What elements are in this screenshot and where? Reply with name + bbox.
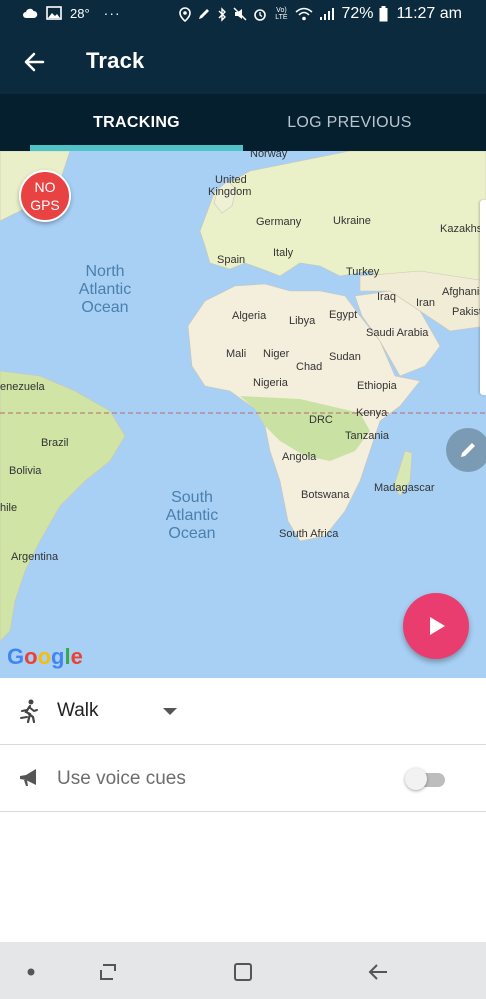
- tab-tracking[interactable]: TRACKING: [15, 94, 258, 151]
- map-label-ukraine: Ukraine: [333, 215, 371, 227]
- pencil-icon: [461, 443, 475, 457]
- map-label-kenya: Kenya: [356, 407, 388, 419]
- page-title: Track: [86, 48, 145, 73]
- map-label-iraq: Iraq: [377, 291, 396, 303]
- ocean-label-north-atlantic: North Atlantic Ocean: [72, 263, 138, 317]
- voice-cues-label: Use voice cues: [57, 768, 186, 789]
- more-notifications-icon: ···: [103, 5, 121, 21]
- map-label-chile: hile: [0, 502, 18, 514]
- map-label-sudan: Sudan: [329, 351, 361, 363]
- map-label-iran: Iran: [416, 297, 435, 309]
- world-map: [0, 151, 486, 642]
- edit-button[interactable]: [446, 428, 486, 472]
- map-label-south-africa: South Africa: [279, 528, 339, 540]
- map-label-niger: Niger: [263, 348, 290, 360]
- system-back-button[interactable]: [364, 958, 392, 986]
- map-label-ethiopia: Ethiopia: [357, 380, 397, 392]
- map-label-kazakhstan: Kazakhs: [440, 223, 483, 235]
- ocean-label-south-atlantic: South Atlantic Ocean: [159, 489, 225, 543]
- ocean-label-line: South: [171, 489, 213, 506]
- map-label-norway: Norway: [250, 151, 288, 160]
- map-label-tanzania: Tanzania: [345, 430, 390, 442]
- ocean-label-line: Ocean: [81, 299, 129, 316]
- activity-type-value: Walk: [57, 700, 99, 721]
- walking-person-icon: [20, 699, 38, 724]
- app-bar: Track: [0, 28, 486, 94]
- map-label-saudi-arabia: Saudi Arabia: [366, 327, 429, 339]
- map-label-angola: Angola: [282, 451, 317, 463]
- map-label-bolivia: Bolivia: [9, 465, 42, 477]
- cloud-icon: [23, 8, 38, 18]
- map-label-libya: Libya: [289, 315, 316, 327]
- ocean-label-line: Atlantic: [78, 281, 132, 298]
- system-nav-bar: [0, 942, 486, 999]
- map-label-spain: Spain: [217, 254, 246, 266]
- back-icon: [368, 964, 387, 980]
- back-button[interactable]: [14, 42, 54, 82]
- pen-icon: [199, 9, 210, 19]
- ocean-label-line: Ocean: [168, 525, 216, 542]
- map-label-nigeria: Nigeria: [253, 377, 288, 389]
- ocean-label-line: Atlantic: [165, 507, 219, 524]
- map-label-argentina: Argentina: [11, 551, 59, 563]
- map-label-united: United: [215, 174, 247, 186]
- map-label-botswana: Botswana: [301, 489, 350, 501]
- location-icon: [179, 6, 192, 22]
- map-label-italy: Italy: [273, 247, 294, 259]
- map-label-mali: Mali: [226, 348, 247, 360]
- map-label-venezuela: enezuela: [0, 381, 45, 393]
- bluetooth-icon: [218, 6, 227, 22]
- battery-percent: 72%: [341, 5, 374, 22]
- battery-icon: [379, 6, 388, 22]
- activity-selector[interactable]: Walk: [0, 678, 486, 745]
- dot-icon: [27, 968, 35, 976]
- map-view[interactable]: Norway United Kingdom Germany Ukraine Ka…: [0, 151, 486, 678]
- map-label-drc: DRC: [309, 414, 333, 426]
- ocean-label-line: North: [85, 263, 125, 280]
- home-button[interactable]: [229, 958, 257, 986]
- map-label-chad: Chad: [296, 361, 323, 373]
- clock: 11:27 am: [396, 5, 462, 22]
- signal-icon: [320, 8, 335, 20]
- toggle-knob: [405, 768, 427, 790]
- map-label-madagascar: Madagascar: [374, 482, 435, 494]
- tab-bar: TRACKING LOG PREVIOUS: [0, 94, 486, 151]
- south-america-landmass: [0, 370, 126, 642]
- map-label-pakistan: Pakist: [452, 306, 482, 318]
- map-label-egypt: Egypt: [329, 309, 358, 321]
- gps-badge-line: NO: [34, 179, 56, 195]
- nav-dot-button[interactable]: [17, 958, 45, 986]
- temperature: 28°: [70, 5, 90, 21]
- map-label-afghanistan: Afghanis: [442, 286, 485, 298]
- voice-cues-toggle[interactable]: [405, 767, 447, 791]
- wifi-icon: [295, 7, 313, 21]
- recent-apps-button[interactable]: [94, 958, 122, 986]
- gps-badge-line: GPS: [30, 197, 60, 213]
- map-label-algeria: Algeria: [232, 310, 267, 322]
- map-label-turkey: Turkey: [346, 266, 380, 278]
- tab-log-previous[interactable]: LOG PREVIOUS: [228, 94, 471, 151]
- map-label-kingdom: Kingdom: [208, 186, 252, 198]
- gps-status-badge: NO GPS: [19, 170, 71, 222]
- side-panel-handle[interactable]: [480, 200, 486, 395]
- chevron-down-icon: [163, 708, 177, 715]
- alarm-icon: [254, 9, 267, 21]
- recent-apps-icon: [100, 964, 116, 980]
- status-bar: 28° ··· Vo) LTE 72% 11:27 am: [0, 0, 486, 28]
- map-label-brazil: Brazil: [41, 437, 69, 449]
- image-icon: [46, 6, 62, 20]
- map-label-germany: Germany: [256, 216, 302, 228]
- home-icon: [234, 963, 252, 981]
- voice-cues-row: Use voice cues: [0, 745, 486, 812]
- start-tracking-button[interactable]: [403, 593, 469, 659]
- google-logo: Google: [7, 644, 83, 669]
- play-icon: [430, 617, 445, 635]
- network-type: Vo) LTE: [275, 7, 288, 21]
- mute-icon: [233, 7, 247, 21]
- arrow-left-icon: [24, 52, 45, 72]
- megaphone-icon: [20, 769, 36, 786]
